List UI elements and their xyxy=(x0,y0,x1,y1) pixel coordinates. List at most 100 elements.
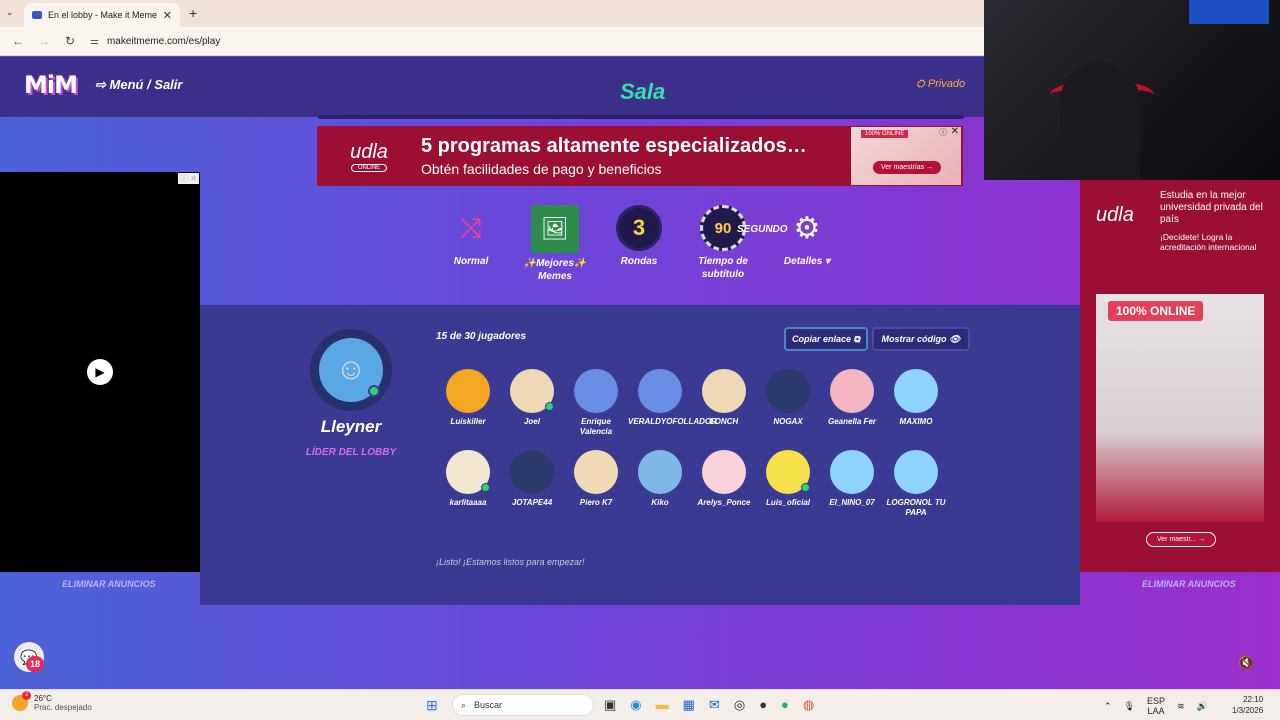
url-field[interactable]: ⚌ makeitmeme.com/es/play xyxy=(90,36,220,47)
host-avatar[interactable]: ☺ xyxy=(310,329,392,411)
setting-mode[interactable]: ⤨ Normal xyxy=(436,205,506,268)
setting-rounds[interactable]: 3 Rondas xyxy=(604,205,674,268)
back-icon[interactable]: ← xyxy=(10,34,26,48)
weather-widget[interactable]: 2 26°C Prac. despejado xyxy=(12,691,92,712)
reload-icon[interactable]: ↻ xyxy=(62,34,78,48)
setting-mode-label: Normal xyxy=(453,256,489,267)
ad-text: 5 programas altamente especializados… Ob… xyxy=(421,135,851,177)
right-ad-sub: ¡Decídete! Logra la acreditación interna… xyxy=(1160,232,1257,252)
ad-headline: 5 programas altamente especializados… xyxy=(421,135,807,157)
setting-caption-time-label: Tiempo de subtítulo xyxy=(698,256,748,280)
play-icon[interactable]: ▶ xyxy=(87,359,113,385)
setting-meme-pack-label: ✨Mejores✨ Memes xyxy=(523,258,587,282)
task-view-icon[interactable]: ▣ xyxy=(604,697,616,713)
player-card[interactable]: LOGRONOL TU PAPA xyxy=(884,450,948,518)
player-avatar xyxy=(766,450,810,494)
mim-logo[interactable]: MiM xyxy=(24,71,78,99)
player-avatar xyxy=(446,369,490,413)
chrome-icon[interactable]: ◍ xyxy=(803,697,814,713)
close-tab-icon[interactable]: ✕ xyxy=(163,9,172,22)
ad-cta-button[interactable]: Ver maestrías → xyxy=(873,161,942,174)
right-ad-banner[interactable]: udla Estudia en la mejor universidad pri… xyxy=(1080,180,1280,572)
steam-icon[interactable]: ◎ xyxy=(734,697,745,713)
volume-icon[interactable]: 🔊 xyxy=(1197,701,1208,712)
setting-details[interactable]: ⚙ Detalles ▾ xyxy=(772,205,842,268)
player-card[interactable]: El_NINO_07 xyxy=(820,450,884,508)
ad-choices-icon[interactable]: ⓘ ✕ xyxy=(178,173,199,184)
spotify-icon[interactable]: ● xyxy=(781,697,789,713)
player-avatar xyxy=(510,450,554,494)
right-ad-text: Estudia en la mejor universidad privada … xyxy=(1160,190,1275,252)
taskbar-apps: ▣ ◉ ▬ ▦ ✉ ◎ ● ● ◍ xyxy=(604,697,814,713)
tab-search-button[interactable]: ⌄ xyxy=(6,7,14,18)
tray-expand-icon[interactable]: ⌃ xyxy=(1104,701,1112,712)
player-card[interactable]: Joel xyxy=(500,369,564,427)
host-name: Lleyner xyxy=(320,417,382,436)
player-card[interactable]: Arelys_Ponce xyxy=(692,450,756,508)
microphone-icon[interactable]: 🎙 xyxy=(1124,701,1135,712)
player-avatar xyxy=(830,450,874,494)
player-card[interactable]: karlitaaaa xyxy=(436,450,500,508)
right-ad-online-badge: 100% ONLINE xyxy=(1108,301,1204,321)
webcam-overlay xyxy=(984,0,1280,180)
lobby-panel: ☺ Lleyner LÍDER DEL LOBBY 15 de 30 jugad… xyxy=(200,305,1080,605)
setting-caption-time[interactable]: 90 Tiempo de subtítulo xyxy=(688,205,758,281)
player-name: Kiko xyxy=(651,498,669,507)
player-card[interactable]: Luis_oficial xyxy=(756,450,820,508)
player-card[interactable]: Piero K7 xyxy=(564,450,628,508)
player-card[interactable]: Kiko xyxy=(628,450,692,508)
ad-close-icon[interactable]: ✕ xyxy=(951,126,959,137)
copy-link-button[interactable]: Copiar enlace ⧉ xyxy=(784,327,868,351)
player-card[interactable]: NOGAX xyxy=(756,369,820,427)
address-bar: ← → ↻ ⚌ makeitmeme.com/es/play xyxy=(0,27,984,56)
windows-start-icon[interactable]: ⊞ xyxy=(426,697,438,714)
file-explorer-icon[interactable]: ▬ xyxy=(656,697,669,713)
player-name: VERALDYOFOLLADOR xyxy=(628,417,717,426)
menu-exit-button[interactable]: ⇨ Menú / Salir xyxy=(95,77,182,93)
game-icon[interactable]: ● xyxy=(759,697,767,713)
remove-ads-right[interactable]: ELIMINAR ANUNCIOS xyxy=(1142,579,1236,589)
taskbar-search[interactable]: ⌕ Buscar xyxy=(452,694,594,716)
player-card[interactable]: VERALDYOFOLLADOR xyxy=(628,369,717,427)
mute-icon[interactable]: 🔇 xyxy=(1238,655,1254,671)
top-ad-banner[interactable]: udla ONLINE 5 programas altamente especi… xyxy=(317,126,963,186)
weather-desc: Prac. despejado xyxy=(34,703,92,712)
edge-icon[interactable]: ◉ xyxy=(630,697,641,713)
player-avatar xyxy=(574,450,618,494)
tab-title: En el lobby - Make it Meme xyxy=(48,10,158,20)
show-code-button[interactable]: Mostrar código 👁 xyxy=(872,327,970,351)
site-info-icon[interactable]: ⚌ xyxy=(90,36,99,47)
weather-badge: 2 xyxy=(22,691,31,700)
store-icon[interactable]: ▦ xyxy=(683,697,695,713)
player-card[interactable]: Luiskiller xyxy=(436,369,500,427)
wifi-icon[interactable]: ≋ xyxy=(1177,701,1185,712)
player-card[interactable]: JOTAPE44 xyxy=(500,450,564,508)
game-header: MiM ⇨ Menú / Salir Sala ⛭ Privado xyxy=(0,57,984,119)
player-card[interactable]: Enrique Valencia xyxy=(564,369,628,437)
player-card[interactable]: MAXIMO xyxy=(884,369,948,427)
player-card[interactable]: Geanella Fer xyxy=(820,369,884,427)
left-video-ad[interactable]: ⓘ ✕ ▶ xyxy=(0,172,200,572)
remove-ads-left[interactable]: ELIMINAR ANUNCIOS xyxy=(62,579,156,589)
language-indicator[interactable]: ESP LAA xyxy=(1147,696,1165,716)
udla-logo: udla ONLINE xyxy=(350,140,388,172)
browser-tab-active[interactable]: En el lobby - Make it Meme ✕ xyxy=(24,3,180,27)
player-name: Enrique Valencia xyxy=(579,417,613,436)
right-ad-photo xyxy=(1096,294,1264,522)
player-name: NOGAX xyxy=(773,417,803,426)
online-indicator xyxy=(801,483,810,492)
setting-meme-pack[interactable]: 🖼 ✨Mejores✨ Memes xyxy=(520,205,590,283)
player-avatar xyxy=(830,369,874,413)
player-avatar xyxy=(510,369,554,413)
player-avatar xyxy=(574,369,618,413)
player-name: karlitaaaa xyxy=(449,498,487,507)
chat-unread-badge: 18 xyxy=(26,656,44,672)
taskbar-clock[interactable]: 22:10 1/3/2026 xyxy=(1232,694,1263,716)
right-ad-cta-button[interactable]: Ver maestr... → xyxy=(1146,532,1217,547)
new-tab-button[interactable]: + xyxy=(189,5,197,21)
ad-info-icon[interactable]: ⓘ xyxy=(939,127,947,138)
privacy-toggle[interactable]: ⛭ Privado xyxy=(916,78,965,91)
forward-icon[interactable]: → xyxy=(36,34,52,48)
player-card[interactable]: LONCH xyxy=(692,369,756,427)
outlook-icon[interactable]: ✉ xyxy=(709,697,720,713)
